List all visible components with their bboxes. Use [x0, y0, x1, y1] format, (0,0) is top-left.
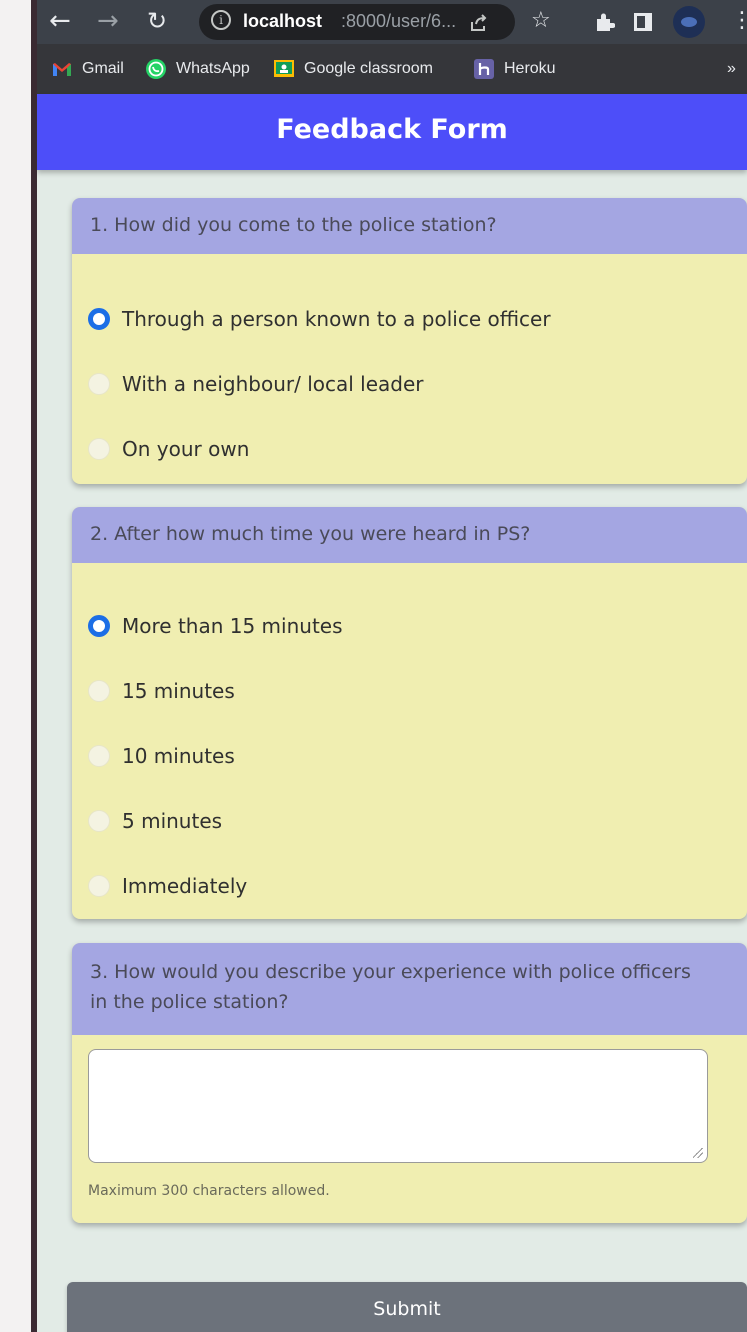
- browser-toolbar: ← → ↻ i localhost :8000/user/6... ☆ ⋮: [37, 0, 747, 44]
- radio-button[interactable]: [88, 680, 110, 702]
- classroom-icon: [274, 60, 294, 77]
- more-bookmarks-icon[interactable]: »: [727, 56, 736, 82]
- share-icon[interactable]: [469, 13, 489, 33]
- submit-button[interactable]: Submit: [67, 1282, 747, 1332]
- option-item[interactable]: With a neighbour/ local leader: [88, 370, 424, 398]
- option-item[interactable]: More than 15 minutes: [88, 612, 343, 640]
- gmail-icon: [53, 63, 71, 76]
- radio-button[interactable]: [88, 875, 110, 897]
- extensions-icon[interactable]: [593, 11, 615, 33]
- left-window-strip: [0, 0, 38, 1332]
- option-item[interactable]: On your own: [88, 435, 249, 463]
- option-label: 15 minutes: [122, 679, 235, 703]
- profile-avatar[interactable]: [673, 6, 705, 38]
- question-heading: 3. How would you describe your experienc…: [72, 943, 747, 1035]
- option-label: On your own: [122, 437, 250, 461]
- bookmark-google-classroom[interactable]: Google classroom: [273, 56, 433, 82]
- bookmark-heroku[interactable]: Heroku: [473, 56, 556, 82]
- page-title: Feedback Form: [276, 114, 508, 145]
- address-bar[interactable]: i localhost :8000/user/6...: [199, 4, 515, 40]
- character-limit-hint: Maximum 300 characters allowed.: [88, 1183, 330, 1199]
- option-label: Through a person known to a police offic…: [122, 307, 551, 331]
- radio-button[interactable]: [88, 438, 110, 460]
- option-label: With a neighbour/ local leader: [122, 372, 424, 396]
- radio-button[interactable]: [88, 373, 110, 395]
- url-path: :8000/user/6...: [341, 11, 457, 31]
- back-arrow-icon[interactable]: ←: [49, 4, 71, 38]
- option-item[interactable]: Immediately: [88, 872, 247, 900]
- bookmark-gmail[interactable]: Gmail: [51, 56, 124, 82]
- question-card-1: 1. How did you come to the police statio…: [72, 198, 747, 484]
- reload-icon[interactable]: ↻: [147, 4, 167, 38]
- question-card-2: 2. After how much time you were heard in…: [72, 507, 747, 919]
- radio-button[interactable]: [88, 810, 110, 832]
- question-heading: 1. How did you come to the police statio…: [72, 198, 747, 254]
- whatsapp-icon: [146, 59, 166, 79]
- page-header: Feedback Form: [37, 94, 747, 170]
- experience-textarea[interactable]: [88, 1049, 708, 1163]
- option-item[interactable]: Through a person known to a police offic…: [88, 305, 551, 333]
- option-item[interactable]: 5 minutes: [88, 807, 222, 835]
- menu-kebab-icon[interactable]: ⋮: [731, 8, 747, 34]
- question-heading-line: in the police station?: [90, 991, 289, 1013]
- sidepanel-icon[interactable]: [633, 12, 653, 32]
- radio-button[interactable]: [88, 745, 110, 767]
- option-label: 10 minutes: [122, 744, 235, 768]
- question-heading-line: 3. How would you describe your experienc…: [90, 961, 691, 983]
- option-label: 5 minutes: [122, 809, 223, 833]
- option-label: Immediately: [122, 874, 248, 898]
- bookmark-label: Gmail: [82, 60, 124, 77]
- question-card-3: 3. How would you describe your experienc…: [72, 943, 747, 1223]
- url-host: localhost: [243, 11, 323, 31]
- star-icon[interactable]: ☆: [531, 6, 551, 36]
- browser-window: ← → ↻ i localhost :8000/user/6... ☆ ⋮ Gm…: [37, 0, 747, 1332]
- bookmarks-bar: Gmail WhatsApp Google classroom Heroku »: [37, 44, 747, 94]
- bookmark-label: Heroku: [504, 60, 556, 77]
- option-label: More than 15 minutes: [122, 614, 343, 638]
- bookmark-label: Google classroom: [304, 60, 433, 77]
- forward-arrow-icon[interactable]: →: [97, 4, 119, 38]
- option-item[interactable]: 10 minutes: [88, 742, 235, 770]
- question-heading: 2. After how much time you were heard in…: [72, 507, 747, 563]
- heroku-icon: [474, 59, 494, 79]
- info-icon[interactable]: i: [211, 10, 231, 30]
- radio-button-selected[interactable]: [88, 308, 110, 330]
- resize-handle-icon[interactable]: [693, 1148, 703, 1158]
- bookmark-label: WhatsApp: [176, 60, 250, 77]
- radio-button-selected[interactable]: [88, 615, 110, 637]
- bookmark-whatsapp[interactable]: WhatsApp: [145, 56, 250, 82]
- option-item[interactable]: 15 minutes: [88, 677, 235, 705]
